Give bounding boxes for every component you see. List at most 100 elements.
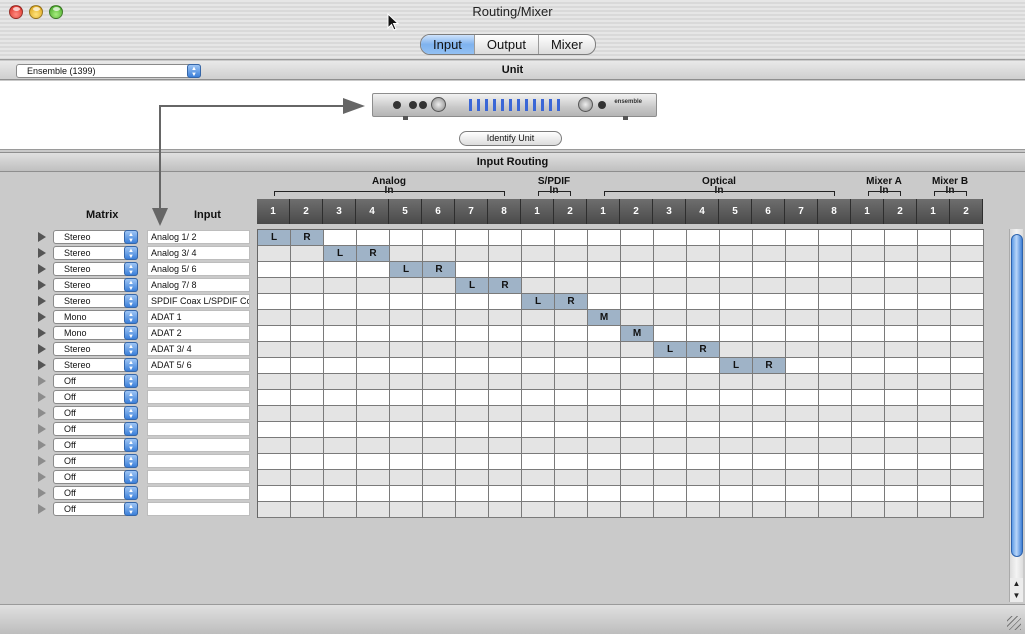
matrix-cell[interactable] <box>852 262 885 278</box>
matrix-mode-select[interactable]: Stereo ▲ ▼ <box>53 278 138 292</box>
disclosure-triangle-icon[interactable] <box>38 424 46 434</box>
matrix-cell[interactable] <box>555 438 588 454</box>
matrix-cell[interactable] <box>621 470 654 486</box>
matrix-cell[interactable] <box>720 390 753 406</box>
matrix-cell[interactable] <box>489 438 522 454</box>
matrix-cell[interactable] <box>819 502 852 518</box>
matrix-cell[interactable] <box>291 246 324 262</box>
matrix-cell[interactable] <box>918 246 951 262</box>
tab-output[interactable]: Output <box>473 35 538 54</box>
matrix-cell[interactable] <box>786 374 819 390</box>
matrix-cell[interactable] <box>654 278 687 294</box>
matrix-cell[interactable] <box>522 406 555 422</box>
matrix-mode-select[interactable]: Off ▲ ▼ <box>53 470 138 484</box>
matrix-cell[interactable] <box>885 390 918 406</box>
matrix-cell[interactable] <box>456 406 489 422</box>
input-name-field[interactable]: ADAT 2 <box>147 326 250 340</box>
matrix-cell[interactable] <box>555 422 588 438</box>
matrix-cell[interactable] <box>885 278 918 294</box>
matrix-cell[interactable] <box>357 470 390 486</box>
disclosure-triangle-icon[interactable] <box>38 440 46 450</box>
matrix-cell[interactable] <box>489 374 522 390</box>
matrix-cell[interactable] <box>456 486 489 502</box>
matrix-cell[interactable] <box>753 438 786 454</box>
disclosure-triangle-icon[interactable] <box>38 232 46 242</box>
matrix-cell[interactable] <box>951 470 984 486</box>
matrix-cell[interactable] <box>819 486 852 502</box>
matrix-cell[interactable] <box>885 502 918 518</box>
matrix-cell[interactable] <box>588 326 621 342</box>
matrix-cell[interactable] <box>885 246 918 262</box>
scroll-up-icon[interactable]: ▲ <box>1009 578 1023 590</box>
tab-input[interactable]: Input <box>421 35 474 54</box>
tab-mixer[interactable]: Mixer <box>537 35 595 54</box>
matrix-cell[interactable] <box>456 502 489 518</box>
matrix-cell[interactable] <box>819 326 852 342</box>
matrix-cell[interactable] <box>819 246 852 262</box>
input-name-field[interactable] <box>147 470 250 484</box>
matrix-cell[interactable] <box>720 454 753 470</box>
matrix-cell[interactable] <box>357 342 390 358</box>
matrix-cell[interactable] <box>621 454 654 470</box>
matrix-cell[interactable] <box>555 502 588 518</box>
matrix-cell[interactable] <box>654 230 687 246</box>
matrix-cell[interactable]: L <box>258 230 291 246</box>
matrix-cell[interactable] <box>753 310 786 326</box>
matrix-cell[interactable] <box>951 454 984 470</box>
matrix-cell[interactable] <box>918 294 951 310</box>
matrix-cell[interactable] <box>390 390 423 406</box>
matrix-cell[interactable] <box>753 294 786 310</box>
matrix-cell[interactable] <box>654 310 687 326</box>
input-name-field[interactable] <box>147 486 250 500</box>
matrix-cell[interactable] <box>390 278 423 294</box>
matrix-cell[interactable] <box>621 278 654 294</box>
matrix-cell[interactable] <box>951 486 984 502</box>
matrix-cell[interactable] <box>522 454 555 470</box>
matrix-cell[interactable] <box>852 342 885 358</box>
matrix-cell[interactable] <box>786 326 819 342</box>
matrix-cell[interactable] <box>819 438 852 454</box>
matrix-cell[interactable] <box>423 230 456 246</box>
matrix-cell[interactable]: L <box>522 294 555 310</box>
input-name-field[interactable] <box>147 454 250 468</box>
matrix-cell[interactable] <box>324 278 357 294</box>
matrix-cell[interactable] <box>819 262 852 278</box>
matrix-cell[interactable] <box>555 262 588 278</box>
matrix-cell[interactable] <box>456 262 489 278</box>
matrix-cell[interactable] <box>423 406 456 422</box>
matrix-cell[interactable] <box>786 342 819 358</box>
matrix-cell[interactable] <box>687 326 720 342</box>
matrix-cell[interactable] <box>324 374 357 390</box>
matrix-cell[interactable] <box>687 454 720 470</box>
matrix-cell[interactable] <box>588 422 621 438</box>
matrix-cell[interactable] <box>324 438 357 454</box>
matrix-cell[interactable] <box>258 470 291 486</box>
matrix-cell[interactable]: L <box>324 246 357 262</box>
matrix-cell[interactable] <box>291 342 324 358</box>
matrix-cell[interactable] <box>918 342 951 358</box>
matrix-mode-select[interactable]: Stereo ▲ ▼ <box>53 358 138 372</box>
matrix-cell[interactable] <box>258 502 291 518</box>
matrix-cell[interactable] <box>720 438 753 454</box>
matrix-cell[interactable] <box>885 470 918 486</box>
input-name-field[interactable] <box>147 502 250 516</box>
matrix-cell[interactable] <box>753 470 786 486</box>
matrix-cell[interactable] <box>654 294 687 310</box>
matrix-cell[interactable] <box>687 438 720 454</box>
matrix-cell[interactable] <box>918 278 951 294</box>
matrix-cell[interactable] <box>786 502 819 518</box>
matrix-cell[interactable] <box>423 278 456 294</box>
matrix-mode-select[interactable]: Stereo ▲ ▼ <box>53 230 138 244</box>
matrix-mode-select[interactable]: Stereo ▲ ▼ <box>53 246 138 260</box>
matrix-cell[interactable] <box>819 310 852 326</box>
matrix-mode-select[interactable]: Off ▲ ▼ <box>53 374 138 388</box>
matrix-cell[interactable] <box>852 230 885 246</box>
matrix-cell[interactable] <box>720 342 753 358</box>
matrix-cell[interactable] <box>654 358 687 374</box>
matrix-cell[interactable] <box>720 310 753 326</box>
matrix-cell[interactable] <box>555 310 588 326</box>
disclosure-triangle-icon[interactable] <box>38 408 46 418</box>
matrix-cell[interactable] <box>324 406 357 422</box>
matrix-cell[interactable] <box>852 246 885 262</box>
matrix-cell[interactable] <box>390 502 423 518</box>
